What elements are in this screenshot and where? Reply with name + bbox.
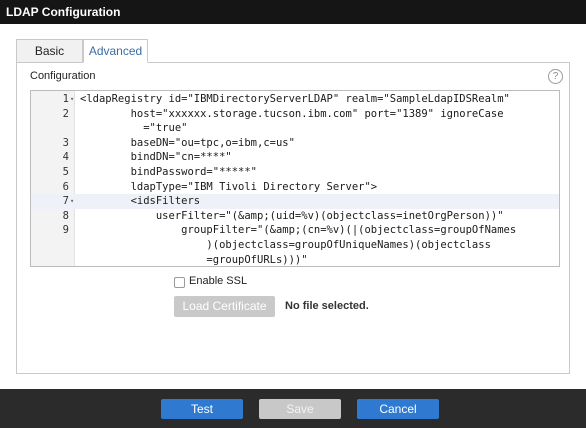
dialog-title: LDAP Configuration (0, 0, 586, 24)
code-text: =groupOfURLs)))" (80, 253, 308, 266)
code-text: <idsFilters (80, 195, 201, 208)
line-number: 5 (62, 165, 69, 178)
line-number: 3 (62, 136, 69, 149)
code-text: bindPassword="*****" (80, 165, 258, 178)
code-line[interactable]: 5 bindPassword="*****" (31, 165, 559, 180)
code-text: bindDN="cn=****" (80, 151, 232, 164)
line-number: 6 (62, 180, 69, 193)
fold-toggle-icon[interactable]: ▾ (70, 194, 74, 209)
configuration-label: Configuration (30, 70, 96, 82)
help-icon[interactable]: ? (548, 69, 563, 84)
code-line[interactable]: 9 groupFilter="(&amp;(cn=%v)(|(objectcla… (31, 223, 559, 238)
test-button[interactable]: Test (161, 399, 243, 419)
code-line[interactable]: 8 userFilter="(&amp;(uid=%v)(objectclass… (31, 209, 559, 224)
tab-advanced[interactable]: Advanced (83, 39, 148, 63)
code-line[interactable]: 4 bindDN="cn=****" (31, 150, 559, 165)
load-certificate-button[interactable]: Load Certificate (174, 296, 275, 317)
save-button[interactable]: Save (259, 399, 341, 419)
line-number: 2 (62, 107, 69, 120)
code-line[interactable]: 2 host="xxxxxx.storage.tucson.ibm.com" p… (31, 107, 559, 122)
code-text: <ldapRegistry id="IBMDirectoryServerLDAP… (80, 93, 510, 105)
configuration-code-editor[interactable]: 1 ▾ <ldapRegistry id="IBMDirectoryServerLD… (30, 90, 560, 267)
line-number: 9 (62, 224, 69, 237)
line-number: 4 (62, 151, 69, 164)
code-text: groupFilter="(&amp;(cn=%v)(|(objectclass… (80, 224, 517, 237)
ldap-configuration-dialog: LDAP Configuration Basic Advanced Config… (0, 0, 586, 428)
code-text: userFilter="(&amp;(uid=%v)(objectclass=i… (80, 209, 504, 222)
code-line[interactable]: =groupOfURLs)))" (31, 253, 559, 266)
code-line[interactable]: 1 ▾ <ldapRegistry id="IBMDirectoryServerLD… (31, 92, 559, 107)
code-text: )(objectclass=groupOfUniqueNames)(object… (80, 238, 491, 251)
dialog-body: Basic Advanced Configuration ? 1 ▾ <ldapRe… (0, 24, 586, 389)
code-line[interactable]: 6 ldapType="IBM Tivoli Directory Server"… (31, 180, 559, 195)
code-text: host="xxxxxx.storage.tucson.ibm.com" por… (80, 107, 504, 120)
file-status-text: No file selected. (285, 300, 369, 312)
line-number: 1 (62, 93, 69, 105)
fold-toggle-icon[interactable]: ▾ (70, 92, 74, 107)
line-number: 8 (62, 209, 69, 222)
code-text: ldapType="IBM Tivoli Directory Server"> (80, 180, 378, 193)
dialog-footer: Test Save Cancel (0, 389, 586, 428)
code-line[interactable]: ="true" (31, 121, 559, 136)
code-text: baseDN="ou=tpc,o=ibm,c=us" (80, 136, 295, 149)
code-line[interactable]: 7 ▾ <idsFilters (31, 194, 559, 209)
enable-ssl-checkbox[interactable] (174, 277, 185, 288)
advanced-panel: Configuration ? 1 ▾ <ldapRegistry id="IBMD… (16, 62, 570, 374)
code-lines: 1 ▾ <ldapRegistry id="IBMDirectoryServerLD… (31, 92, 559, 266)
tab-basic[interactable]: Basic (16, 39, 83, 63)
code-line[interactable]: 3 baseDN="ou=tpc,o=ibm,c=us" (31, 136, 559, 151)
line-number: 7 (62, 195, 69, 208)
code-text: ="true" (80, 122, 188, 135)
code-line[interactable]: )(objectclass=groupOfUniqueNames)(object… (31, 238, 559, 253)
cancel-button[interactable]: Cancel (357, 399, 439, 419)
enable-ssl-label[interactable]: Enable SSL (189, 275, 247, 287)
